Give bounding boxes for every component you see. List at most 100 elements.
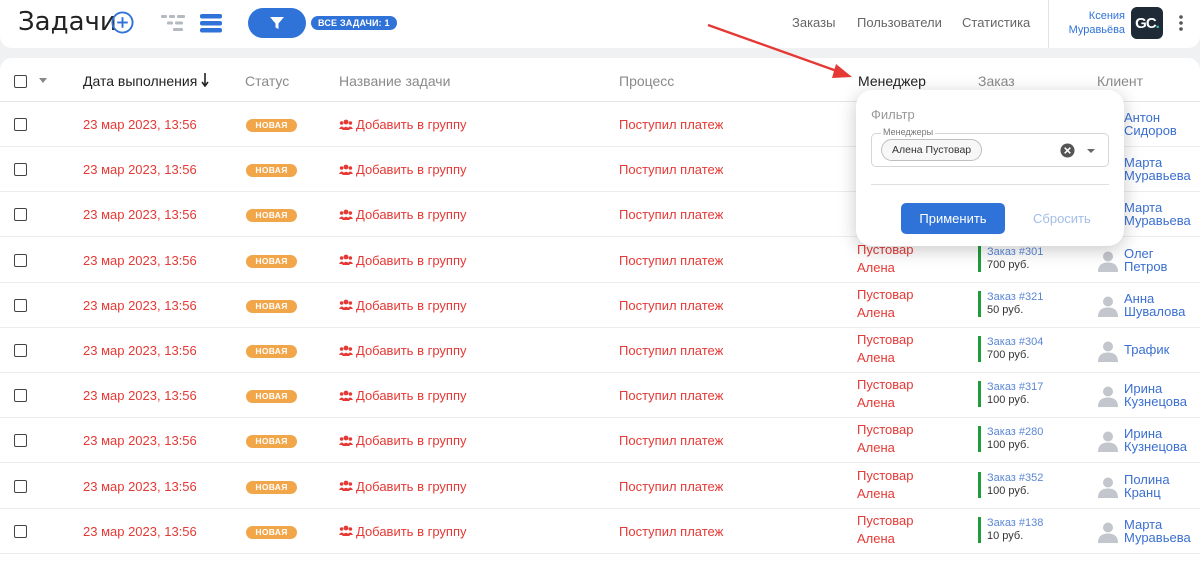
manager[interactable]: Пустовар Алена	[857, 286, 913, 322]
row-checkbox[interactable]	[14, 389, 27, 403]
client-link[interactable]: Олег Петров	[1124, 247, 1167, 273]
all-tasks-badge[interactable]: ВСЕ ЗАДАЧИ: 1	[311, 16, 397, 30]
table-row[interactable]: 23 мар 2023, 13:56 НОВАЯ Добавить в группу…	[0, 509, 1200, 554]
order-sum: 50 руб.	[987, 303, 1024, 316]
row-checkbox[interactable]	[14, 208, 27, 222]
row-checkbox[interactable]	[14, 163, 27, 177]
clear-icon[interactable]	[1060, 143, 1075, 158]
row-checkbox[interactable]	[14, 434, 27, 448]
user-name[interactable]: Ксения Муравьёва	[1045, 9, 1125, 37]
col-status[interactable]: Статус	[245, 73, 289, 89]
status-badge: НОВАЯ	[246, 345, 297, 358]
group-users-icon	[339, 164, 353, 175]
select-all-checkbox[interactable]	[14, 75, 27, 88]
client-link[interactable]: Полина Кранц	[1124, 473, 1170, 499]
manager[interactable]: Пустовар Алена	[857, 512, 913, 548]
order-cell: Заказ #280 100 руб.	[978, 426, 1043, 453]
client-link[interactable]: Антон Сидоров	[1124, 111, 1177, 137]
order-link[interactable]: Заказ #304	[987, 336, 1043, 349]
client-link[interactable]: Марта Муравьева	[1124, 518, 1191, 544]
col-task-name[interactable]: Название задачи	[339, 73, 450, 89]
order-sum: 100 руб.	[987, 484, 1030, 497]
table-row[interactable]: 23 мар 2023, 13:56 НОВАЯ Добавить в группу…	[0, 373, 1200, 419]
client-last-name: Кранц	[1124, 484, 1161, 500]
apply-button[interactable]: Применить	[901, 203, 1005, 234]
manager[interactable]: Пустовар Алена	[857, 376, 913, 412]
client-link[interactable]: Марта Муравьева	[1124, 201, 1191, 227]
managers-select[interactable]: Менеджеры Алена Пустовар	[871, 127, 1109, 167]
user-silhouette-icon	[1098, 477, 1118, 498]
group-users-icon	[339, 435, 353, 446]
client-link[interactable]: Анна Шувалова	[1124, 292, 1185, 318]
task-name-link[interactable]: Добавить в группу	[339, 388, 467, 403]
order-sum: 10 руб.	[987, 529, 1024, 542]
order-link[interactable]: Заказ #321	[987, 291, 1043, 304]
row-checkbox[interactable]	[14, 118, 27, 131]
col-client[interactable]: Клиент	[1097, 73, 1143, 89]
task-name-link[interactable]: Добавить в группу	[339, 433, 467, 448]
order-link[interactable]: Заказ #317	[987, 381, 1043, 394]
row-checkbox[interactable]	[14, 344, 27, 357]
client-link[interactable]: Трафик	[1124, 343, 1169, 356]
filter-button[interactable]	[248, 8, 306, 38]
group-users-icon	[339, 254, 353, 266]
col-manager[interactable]: Менеджер	[858, 73, 926, 89]
dropdown-caret-icon[interactable]	[1087, 149, 1095, 153]
table-row[interactable]: 23 мар 2023, 13:56 НОВАЯ Добавить в группу…	[0, 418, 1200, 464]
status-badge: НОВАЯ	[246, 435, 297, 449]
task-name-link[interactable]: Добавить в группу	[339, 343, 467, 358]
order-link[interactable]: Заказ #352	[987, 472, 1043, 485]
process: Поступил платеж	[619, 207, 724, 223]
task-name-link[interactable]: Добавить в группу	[339, 524, 467, 539]
list-view-icon[interactable]	[200, 13, 222, 33]
manager-last-name: Пустовар	[857, 286, 914, 302]
col-order[interactable]: Заказ	[978, 73, 1015, 89]
row-checkbox[interactable]	[14, 479, 27, 493]
client-last-name: Муравьева	[1124, 213, 1191, 229]
add-circle-icon[interactable]	[111, 11, 134, 34]
col-process[interactable]: Процесс	[619, 73, 674, 89]
sort-down-icon	[201, 73, 209, 88]
kebab-menu-icon[interactable]	[1178, 14, 1184, 32]
client-last-name: Кузнецова	[1124, 439, 1187, 455]
table-row[interactable]: 23 мар 2023, 13:56 НОВАЯ Добавить в группу…	[0, 283, 1200, 328]
selected-manager-chip[interactable]: Алена Пустовар	[881, 139, 983, 161]
task-name-link[interactable]: Добавить в группу	[339, 298, 467, 313]
task-name-link[interactable]: Добавить в группу	[339, 162, 467, 177]
manager[interactable]: Пустовар Алена	[857, 467, 913, 503]
table-row[interactable]: 23 мар 2023, 13:56 НОВАЯ Добавить в группу…	[0, 464, 1200, 509]
order-link[interactable]: Заказ #138	[987, 517, 1043, 530]
select-dropdown-icon[interactable]	[39, 78, 47, 83]
table-row[interactable]: 23 мар 2023, 13:56 НОВАЯ Добавить в группу…	[0, 328, 1200, 373]
task-name: Добавить в группу	[356, 252, 467, 268]
process: Поступил платеж	[619, 297, 724, 313]
client-link[interactable]: Марта Муравьева	[1124, 156, 1191, 182]
reset-button[interactable]: Сбросить	[1033, 211, 1091, 226]
col-date-label: Дата выполнения	[83, 73, 198, 89]
task-name: Добавить в группу	[356, 117, 467, 132]
client-link[interactable]: Ирина Кузнецова	[1124, 427, 1187, 453]
order-link[interactable]: Заказ #280	[987, 426, 1043, 439]
order-cell: Заказ #352 100 руб.	[978, 471, 1043, 498]
tree-view-icon[interactable]	[161, 13, 187, 33]
client-link[interactable]: Ирина Кузнецова	[1124, 382, 1187, 408]
avatar[interactable]: GC.	[1131, 7, 1163, 39]
process: Поступил платеж	[619, 478, 724, 494]
manager[interactable]: Пустовар Алена	[857, 421, 913, 457]
row-checkbox[interactable]	[14, 298, 27, 312]
manager[interactable]: Пустовар Алена	[857, 331, 913, 367]
nav-statistics[interactable]: Статистика	[962, 15, 1030, 30]
due-date: 23 мар 2023, 13:56	[83, 252, 197, 268]
client-last-name: Петров	[1124, 258, 1168, 274]
row-checkbox[interactable]	[14, 524, 27, 538]
nav-orders[interactable]: Заказы	[792, 15, 835, 30]
nav-users[interactable]: Пользователи	[857, 15, 942, 30]
task-name-link[interactable]: Добавить в группу	[339, 207, 467, 222]
col-date[interactable]: Дата выполнения	[83, 73, 209, 89]
row-checkbox[interactable]	[14, 253, 27, 267]
order-link[interactable]: Заказ #301	[987, 246, 1043, 259]
task-name-link[interactable]: Добавить в группу	[339, 117, 467, 132]
task-name-link[interactable]: Добавить в группу	[339, 253, 467, 268]
group-users-icon	[339, 390, 353, 401]
task-name-link[interactable]: Добавить в группу	[339, 479, 467, 494]
